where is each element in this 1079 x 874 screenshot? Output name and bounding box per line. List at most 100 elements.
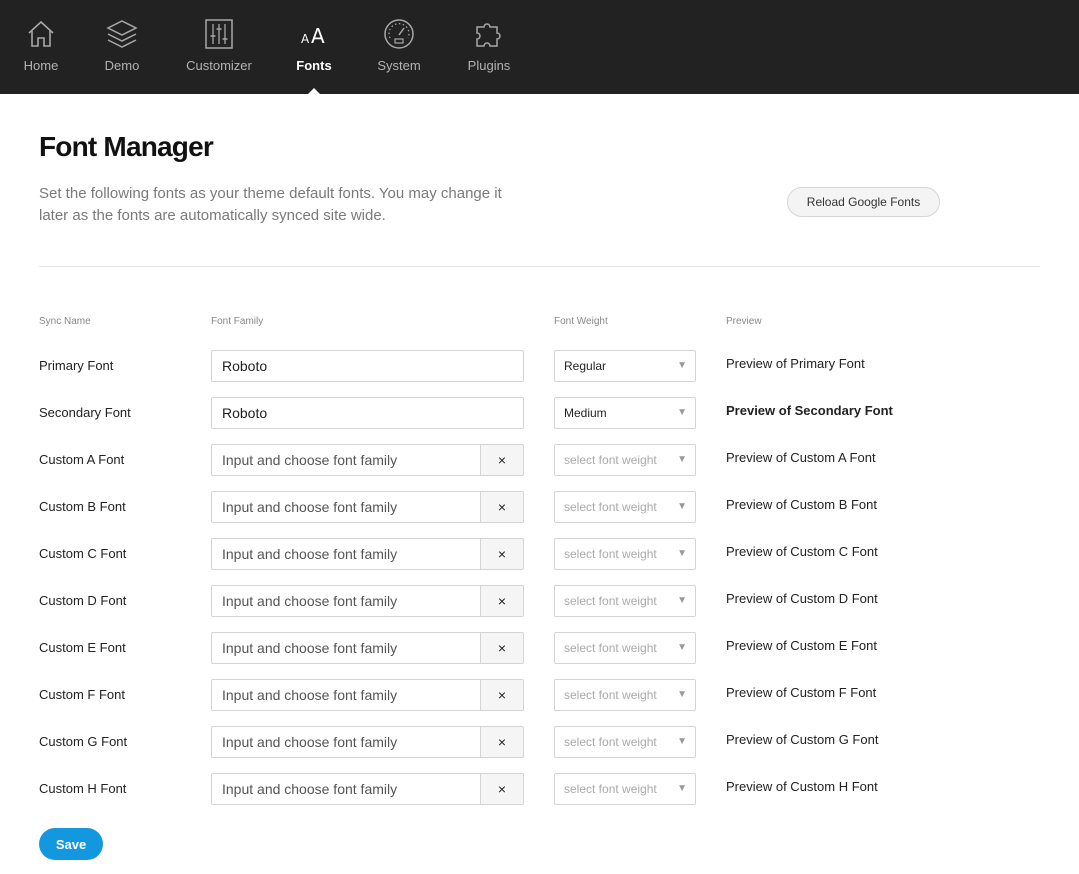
dropdown-arrow-icon: ▼ [677,736,687,747]
table-row: Custom G Font × select font weight ▼ Pre… [0,726,1079,758]
dropdown-arrow-icon: ▼ [677,454,687,465]
nav-item-fonts[interactable]: A A Fonts [292,0,336,94]
font-weight-select[interactable]: Medium ▼ [554,397,696,429]
clear-icon[interactable]: × [480,773,524,805]
dropdown-arrow-icon: ▼ [677,501,687,512]
column-header-preview: Preview [726,316,762,327]
font-family-input[interactable] [211,726,481,758]
nav-item-demo[interactable]: Demo [100,0,144,94]
font-family-input[interactable] [211,632,481,664]
clear-icon[interactable]: × [480,632,524,664]
puzzle-icon [476,23,501,47]
font-weight-placeholder: select font weight [564,594,657,608]
table-row: Custom C Font × select font weight ▼ Pre… [0,538,1079,570]
font-preview: Preview of Primary Font [726,356,865,371]
font-family-input[interactable] [211,679,481,711]
column-header-sync-name: Sync Name [39,316,91,327]
font-family-input[interactable] [211,491,481,523]
dropdown-arrow-icon: ▼ [677,689,687,700]
font-family-input[interactable] [211,773,481,805]
page-description: Set the following fonts as your theme de… [39,185,502,224]
dropdown-arrow-icon: ▼ [677,783,687,794]
font-family-input[interactable] [211,350,524,382]
font-weight-select[interactable]: select font weight ▼ [554,679,696,711]
svg-text:A: A [311,24,325,48]
sync-name-label: Custom B Font [39,499,126,514]
sync-name-label: Custom F Font [39,687,125,702]
sync-name-label: Custom E Font [39,640,126,655]
nav-item-system[interactable]: System [374,0,424,94]
font-weight-select[interactable]: select font weight ▼ [554,632,696,664]
divider [39,266,1040,267]
table-row: Custom F Font × select font weight ▼ Pre… [0,679,1079,711]
font-weight-select[interactable]: Regular ▼ [554,350,696,382]
layers-icon [106,20,138,48]
font-weight-placeholder: select font weight [564,782,657,796]
top-nav: Home Demo Customizer A A Fonts System Pl… [0,0,1079,94]
font-preview: Preview of Custom D Font [726,591,878,606]
sliders-icon [205,19,233,49]
table-row: Secondary Font Medium ▼ Preview of Secon… [0,397,1079,429]
font-family-input[interactable] [211,585,481,617]
table-row: Primary Font Regular ▼ Preview of Primar… [0,350,1079,382]
sync-name-label: Secondary Font [39,405,131,420]
clear-icon[interactable]: × [480,585,524,617]
column-header-font-family: Font Family [211,316,264,327]
sync-name-label: Custom A Font [39,452,125,467]
nav-item-customizer[interactable]: Customizer [182,0,256,94]
nav-item-plugins[interactable]: Plugins [464,0,514,94]
clear-icon[interactable]: × [480,679,524,711]
dropdown-arrow-icon: ▼ [677,548,687,559]
sync-name-label: Custom H Font [39,781,127,796]
nav-label-plugins: Plugins [467,58,511,73]
nav-label-system: System [377,58,421,73]
font-preview: Preview of Custom F Font [726,685,877,700]
font-weight-placeholder: select font weight [564,453,657,467]
font-weight-select[interactable]: select font weight ▼ [554,726,696,758]
save-button[interactable]: Save [39,828,103,860]
nav-label-home: Home [23,58,59,73]
font-family-input[interactable] [211,444,481,476]
clear-icon[interactable]: × [480,726,524,758]
nav-label-customizer: Customizer [186,58,252,73]
sync-name-label: Primary Font [39,358,114,373]
table-row: Custom E Font × select font weight ▼ Pre… [0,632,1079,664]
font-weight-select[interactable]: select font weight ▼ [554,444,696,476]
font-weight-placeholder: select font weight [564,641,657,655]
font-preview: Preview of Custom B Font [726,497,877,512]
font-preview: Preview of Custom A Font [726,450,876,465]
font-family-input[interactable] [211,397,524,429]
font-size-icon: A A [301,24,325,48]
font-preview: Preview of Secondary Font [726,403,893,418]
dropdown-arrow-icon: ▼ [677,407,687,418]
clear-icon[interactable]: × [480,491,524,523]
font-weight-select[interactable]: select font weight ▼ [554,491,696,523]
font-preview: Preview of Custom H Font [726,779,878,794]
table-row: Custom B Font × select font weight ▼ Pre… [0,491,1079,523]
font-weight-placeholder: select font weight [564,547,657,561]
clear-icon[interactable]: × [480,444,524,476]
font-preview: Preview of Custom G Font [726,732,879,747]
sync-name-label: Custom G Font [39,734,128,749]
font-weight-placeholder: select font weight [564,735,657,749]
font-family-input[interactable] [211,538,481,570]
nav-label-fonts: Fonts [296,58,332,73]
clear-icon[interactable]: × [480,538,524,570]
home-icon [28,20,54,47]
font-preview: Preview of Custom E Font [726,638,877,653]
font-weight-select[interactable]: select font weight ▼ [554,773,696,805]
sync-name-label: Custom D Font [39,593,127,608]
dropdown-arrow-icon: ▼ [677,595,687,606]
table-row: Custom D Font × select font weight ▼ Pre… [0,585,1079,617]
font-weight-placeholder: select font weight [564,500,657,514]
font-preview: Preview of Custom C Font [726,544,878,559]
reload-google-fonts-button[interactable]: Reload Google Fonts [787,187,940,217]
dropdown-arrow-icon: ▼ [677,642,687,653]
nav-label-demo: Demo [104,58,140,73]
active-tab-indicator [308,88,320,94]
font-weight-select[interactable]: select font weight ▼ [554,538,696,570]
column-header-font-weight: Font Weight [554,316,608,327]
nav-item-home[interactable]: Home [20,0,62,94]
gauge-icon [384,19,414,49]
font-weight-select[interactable]: select font weight ▼ [554,585,696,617]
